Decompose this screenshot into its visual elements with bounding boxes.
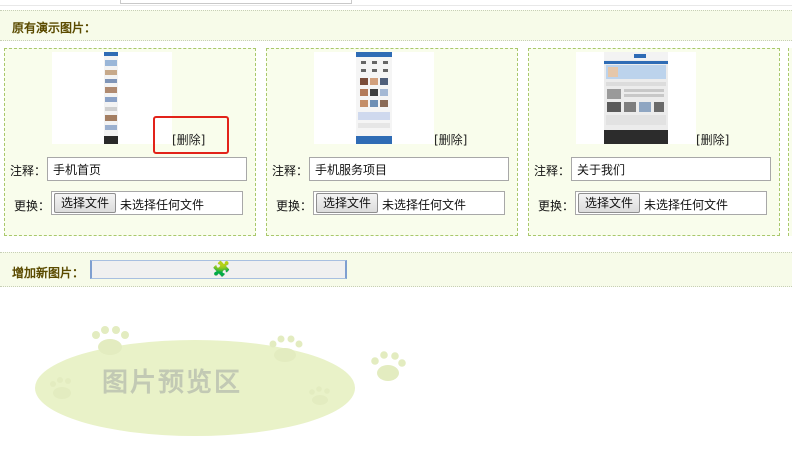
replace-label: 更换：: [276, 199, 313, 213]
file-status-text: 未选择任何文件: [120, 198, 205, 212]
image-thumbnail[interactable]: [314, 52, 434, 144]
preview-area-label: 图片预览区: [102, 368, 243, 398]
file-status-text: 未选择任何文件: [382, 198, 467, 212]
image-card: [删除] 注释： 更换： 选择文件 未选择任何文件: [528, 48, 780, 236]
add-image-upload[interactable]: 🧩: [90, 260, 347, 279]
puzzle-icon: 🧩: [212, 260, 231, 278]
replace-label: 更换：: [14, 199, 51, 213]
replace-label: 更换：: [538, 199, 575, 213]
file-input[interactable]: 选择文件 未选择任何文件: [51, 191, 243, 215]
delete-image-link[interactable]: [删除]: [696, 131, 729, 148]
file-input[interactable]: 选择文件 未选择任何文件: [575, 191, 767, 215]
add-image-title: 增加新图片：: [12, 266, 85, 280]
note-label: 注释：: [534, 164, 571, 178]
delete-image-link[interactable]: [删除]: [434, 131, 467, 148]
note-input[interactable]: [47, 157, 247, 181]
about-us-thumbnail: [604, 52, 668, 144]
existing-images-header: 原有演示图片：: [0, 10, 792, 41]
image-thumbnail[interactable]: [576, 52, 696, 144]
note-input[interactable]: [309, 157, 509, 181]
top-input-edge[interactable]: [120, 0, 352, 4]
image-card-partial: [788, 48, 792, 236]
top-divider: [0, 5, 792, 6]
image-card: [删除] 注释： 更换： 选择文件 未选择任何文件: [266, 48, 518, 236]
mobile-services-thumbnail: [356, 52, 392, 144]
existing-images-title: 原有演示图片：: [12, 21, 97, 35]
note-label: 注释：: [272, 164, 309, 178]
image-preview-area: 图片预览区: [30, 325, 420, 445]
note-label: 注释：: [10, 164, 47, 178]
note-input[interactable]: [571, 157, 771, 181]
delete-highlight-box: [153, 116, 229, 154]
file-input[interactable]: 选择文件 未选择任何文件: [313, 191, 505, 215]
choose-file-button[interactable]: 选择文件: [316, 193, 379, 213]
file-status-text: 未选择任何文件: [644, 198, 729, 212]
choose-file-button[interactable]: 选择文件: [54, 193, 117, 213]
paw-print-icon: [371, 351, 406, 381]
choose-file-button[interactable]: 选择文件: [578, 193, 641, 213]
